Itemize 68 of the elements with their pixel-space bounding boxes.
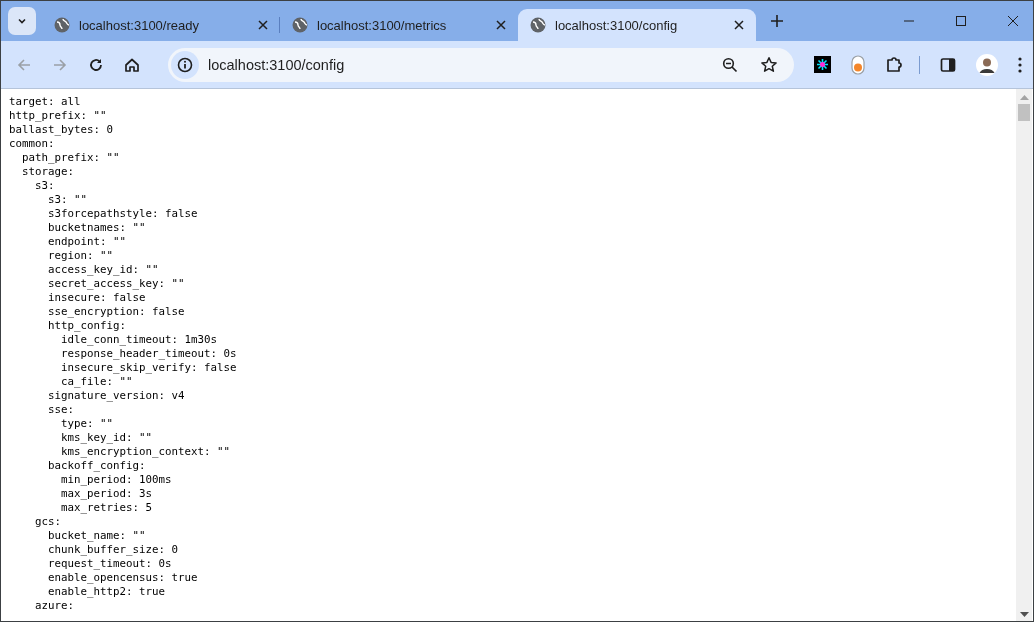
maximize-icon[interactable] [955,15,967,27]
config-line: sse_encryption: false [48,305,185,318]
globe-icon [292,17,308,33]
config-line: ca_file: "" [61,375,133,388]
browser-tab[interactable]: localhost:3100/ready [42,9,280,41]
reload-icon[interactable] [88,56,104,73]
config-line: ballast_bytes: 0 [9,123,113,136]
config-line: path_prefix: "" [22,151,120,164]
config-line: insecure_skip_verify: false [61,361,237,374]
config-line: request_timeout: 0s [48,557,172,570]
home-icon[interactable] [124,56,140,73]
config-line: http_prefix: "" [9,109,107,122]
scrollbar-thumb[interactable] [1018,104,1030,121]
config-line: enable_http2: true [48,585,165,598]
config-line: chunk_buffer_size: 0 [48,543,178,556]
new-tab-icon[interactable] [771,15,783,27]
config-line: gcs: [35,515,61,528]
site-info-icon[interactable] [171,50,199,79]
config-line: backoff_config: [48,459,146,472]
close-icon[interactable] [496,20,506,30]
browser-tab[interactable]: localhost:3100/metrics [280,9,518,41]
config-line: min_period: 100ms [61,473,172,486]
config-line: insecure: false [48,291,146,304]
config-line: s3forcepathstyle: false [48,207,198,220]
extension-logo-icon[interactable] [814,56,831,73]
config-line: target: all [9,95,81,108]
config-line: azure: [35,599,74,612]
browser-tab[interactable]: localhost:3100/config [518,9,756,41]
tab-title: localhost:3100/metrics [317,17,448,33]
close-icon[interactable] [734,20,744,30]
zoom-out-icon[interactable] [722,56,738,73]
config-line: http_config: [48,319,126,332]
config-line: endpoint: "" [48,235,126,248]
globe-icon [530,17,546,33]
config-line: max_retries: 5 [61,501,152,514]
config-line: bucketnames: "" [48,221,146,234]
tab-title: localhost:3100/ready [79,17,200,33]
config-line: response_header_timeout: 0s [61,347,237,360]
config-line: storage: [22,165,74,178]
side-panel-icon[interactable] [940,56,956,73]
tab-title: localhost:3100/config [555,17,679,33]
close-icon[interactable] [258,20,268,30]
config-line: sse: [48,403,74,416]
config-line: s3: "" [48,193,87,206]
config-line: s3: [35,179,55,192]
config-line: idle_conn_timeout: 1m30s [61,333,217,346]
config-line: access_key_id: "" [48,263,159,276]
config-line: kms_key_id: "" [61,431,152,444]
config-line: signature_version: v4 [48,389,185,402]
config-line: bucket_name: "" [48,529,146,542]
config-line: type: "" [61,417,113,430]
puzzle-piece-icon[interactable] [885,55,903,74]
address-bar[interactable]: localhost:3100/config [168,47,794,82]
star-icon[interactable] [760,55,778,74]
config-line: region: "" [48,249,113,262]
url-text: localhost:3100/config [208,56,346,73]
config-line: secret_access_key: "" [48,277,185,290]
config-line: max_period: 3s [61,487,152,500]
close-icon[interactable] [1007,15,1019,27]
config-line: kms_encryption_context: "" [61,445,230,458]
config-line: common: [9,137,55,150]
toggle-extension-icon[interactable] [851,54,865,75]
scroll-down-icon[interactable] [1019,612,1029,617]
globe-icon [54,17,70,33]
config-line: enable_opencensus: true [48,571,198,584]
menu-icon[interactable] [1018,56,1022,73]
avatar-icon[interactable] [976,53,998,76]
scrollbar[interactable] [1016,89,1032,621]
